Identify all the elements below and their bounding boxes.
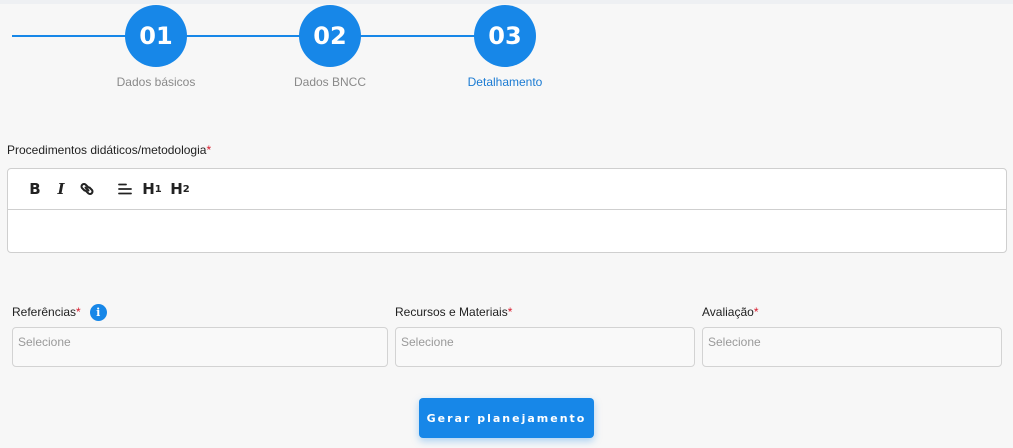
step-dados-basicos[interactable]: 01 Dados básicos: [96, 5, 216, 89]
stepper-line: [12, 35, 502, 37]
heading-1-letter: H: [142, 180, 155, 198]
step-detalhamento[interactable]: 03 Detalhamento: [445, 5, 565, 89]
evaluation-select[interactable]: Selecione: [702, 327, 1002, 367]
step-label: Dados básicos: [116, 75, 196, 89]
step-number: 02: [299, 5, 361, 67]
step-dados-bncc[interactable]: 02 Dados BNCC: [270, 5, 390, 89]
heading-2-sub: 2: [182, 183, 190, 195]
step-number: 01: [125, 5, 187, 67]
required-mark: *: [507, 305, 513, 319]
procedures-label: Procedimentos didáticos/metodologia*: [7, 143, 211, 157]
editor-content-area[interactable]: [8, 210, 1006, 252]
heading-1-icon[interactable]: H1: [138, 176, 166, 202]
heading-1-sub: 1: [154, 183, 162, 195]
references-field: Referências * i Selecione: [12, 303, 388, 367]
references-select[interactable]: Selecione: [12, 327, 388, 367]
link-icon-svg: [80, 183, 94, 195]
procedures-label-text: Procedimentos didáticos/metodologia: [7, 143, 207, 157]
references-label-text: Referências: [12, 305, 77, 319]
step-number: 03: [474, 5, 536, 67]
stepper: 01 Dados básicos 02 Dados BNCC 03 Detalh…: [0, 0, 1013, 100]
required-mark: *: [206, 143, 212, 157]
required-mark: *: [76, 305, 81, 319]
link-icon[interactable]: [74, 176, 100, 202]
resources-field: Recursos e Materiais * Selecione: [395, 303, 695, 367]
evaluation-field: Avaliação * Selecione: [702, 303, 1002, 367]
italic-icon[interactable]: I: [48, 176, 74, 202]
align-left-icon-svg: [118, 183, 132, 195]
resources-label-text: Recursos e Materiais: [395, 305, 508, 319]
resources-select[interactable]: Selecione: [395, 327, 695, 367]
step-label: Dados BNCC: [293, 75, 367, 89]
evaluation-label-text: Avaliação: [702, 305, 754, 319]
editor-toolbar: B I H1 H2: [8, 169, 1006, 210]
info-icon[interactable]: i: [89, 303, 107, 321]
generate-plan-button[interactable]: Gerar planejamento: [419, 398, 594, 438]
heading-2-icon[interactable]: H2: [166, 176, 194, 202]
references-label: Referências * i: [12, 303, 107, 321]
evaluation-label: Avaliação *: [702, 303, 759, 321]
heading-2-letter: H: [170, 180, 183, 198]
resources-label: Recursos e Materiais *: [395, 303, 512, 321]
procedures-editor: B I H1 H2: [7, 168, 1007, 253]
bold-icon[interactable]: B: [22, 176, 48, 202]
align-left-icon[interactable]: [112, 176, 138, 202]
required-mark: *: [753, 305, 759, 319]
step-label: Detalhamento: [467, 75, 543, 89]
